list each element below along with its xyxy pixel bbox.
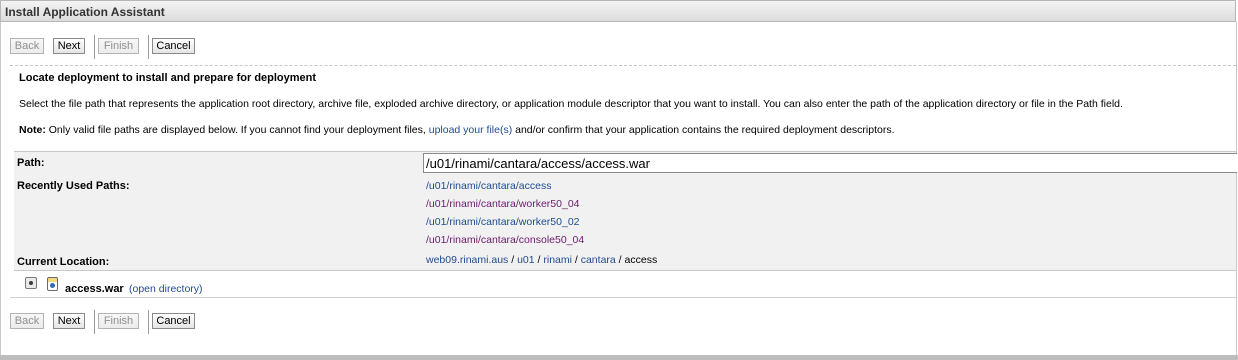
recent-path-link[interactable]: /u01/rinami/cantara/console50_04 bbox=[426, 234, 584, 246]
note-text: Note: Only valid file paths are displaye… bbox=[19, 124, 895, 136]
radio-selected-dot bbox=[29, 281, 33, 285]
breadcrumb: web09.rinami.aus / u01 / rinami / cantar… bbox=[426, 254, 657, 266]
archive-file-icon-badge bbox=[50, 283, 55, 288]
breadcrumb-item-cantara[interactable]: cantara bbox=[581, 254, 616, 266]
instructions-text: Select the file path that represents the… bbox=[19, 98, 1123, 110]
recent-path-link[interactable]: /u01/rinami/cantara/worker50_04 bbox=[426, 198, 580, 210]
button-separator bbox=[94, 310, 95, 334]
frame-left-border bbox=[0, 22, 1, 355]
page-heading: Locate deployment to install and prepare… bbox=[19, 72, 317, 84]
recent-paths-label: Recently Used Paths: bbox=[17, 180, 130, 192]
breadcrumb-current: access bbox=[624, 254, 658, 266]
divider bbox=[10, 65, 1236, 66]
back-button[interactable]: Back bbox=[10, 313, 44, 329]
path-input[interactable] bbox=[423, 153, 1237, 173]
breadcrumb-separator: / bbox=[508, 254, 518, 266]
breadcrumb-item-rinami[interactable]: rinami bbox=[543, 254, 572, 266]
current-location-label: Current Location: bbox=[17, 256, 110, 268]
finish-button[interactable]: Finish bbox=[98, 38, 139, 54]
recent-path-link[interactable]: /u01/rinami/cantara/worker50_02 bbox=[426, 216, 580, 228]
frame-bottom-border bbox=[0, 355, 1238, 360]
button-separator bbox=[148, 35, 149, 59]
path-label: Path: bbox=[17, 157, 45, 169]
note-text-before: Only valid file paths are displayed belo… bbox=[45, 124, 429, 136]
window-title: Install Application Assistant bbox=[5, 5, 165, 19]
back-button[interactable]: Back bbox=[10, 38, 44, 54]
open-directory-link[interactable]: (open directory) bbox=[129, 283, 203, 295]
cancel-button[interactable]: Cancel bbox=[152, 313, 195, 329]
divider bbox=[10, 297, 1236, 298]
next-button[interactable]: Next bbox=[53, 313, 85, 329]
note-label: Note: bbox=[19, 124, 46, 136]
cancel-button[interactable]: Cancel bbox=[152, 38, 195, 54]
window-titlebar: Install Application Assistant bbox=[0, 0, 1236, 22]
file-name: access.war bbox=[65, 283, 124, 295]
upload-files-link[interactable]: upload your file(s) bbox=[429, 124, 512, 136]
archive-file-icon bbox=[47, 277, 58, 291]
button-separator bbox=[148, 310, 149, 334]
breadcrumb-item-u01[interactable]: u01 bbox=[517, 254, 535, 266]
file-radio-button[interactable] bbox=[25, 277, 37, 289]
breadcrumb-separator: / bbox=[615, 254, 625, 266]
next-button[interactable]: Next bbox=[53, 38, 85, 54]
breadcrumb-separator: / bbox=[571, 254, 581, 266]
recent-path-link[interactable]: /u01/rinami/cantara/access bbox=[426, 180, 551, 192]
finish-button[interactable]: Finish bbox=[98, 313, 139, 329]
breadcrumb-item-host[interactable]: web09.rinami.aus bbox=[426, 254, 508, 266]
button-separator bbox=[94, 35, 95, 59]
note-text-after: and/or confirm that your application con… bbox=[512, 124, 895, 136]
frame-right-border bbox=[1236, 22, 1237, 355]
